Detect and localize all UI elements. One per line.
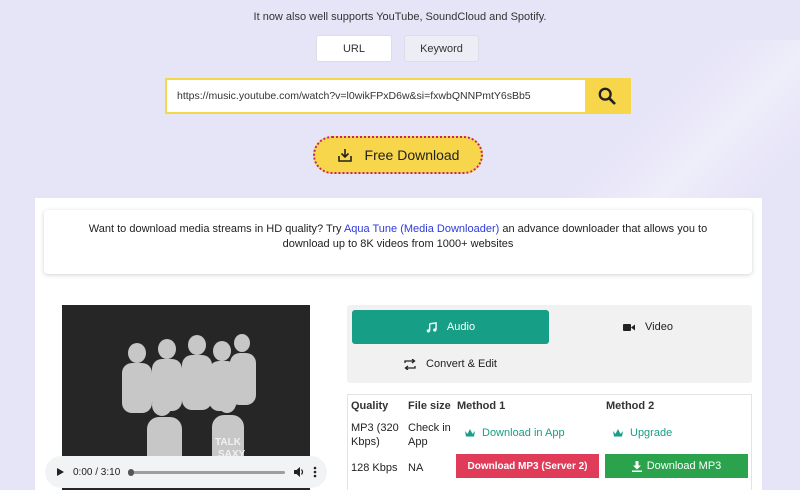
url-input[interactable] xyxy=(167,80,585,112)
search-bar xyxy=(165,78,631,114)
audio-player: 0:00 / 3:10 xyxy=(45,456,327,488)
promo-banner: Want to download media streams in HD qua… xyxy=(44,210,752,274)
promo-text-before: Want to download media streams in HD qua… xyxy=(88,223,344,235)
header-quality: Quality xyxy=(351,400,389,412)
download-table: Quality File size Method 1 Method 2 MP3 … xyxy=(347,394,752,490)
upgrade-label: Upgrade xyxy=(630,427,673,439)
tab-audio[interactable]: Audio xyxy=(352,310,549,344)
tab-video[interactable]: Video xyxy=(549,310,747,344)
download-mp3-label: Download MP3 xyxy=(646,460,722,472)
download-in-app-link[interactable]: Download in App xyxy=(464,427,565,439)
cell-quality: 128 Kbps xyxy=(351,462,398,474)
crown-icon xyxy=(613,429,623,437)
tab-url[interactable]: URL xyxy=(316,35,392,62)
header-method-1: Method 1 xyxy=(457,400,506,412)
more-options-icon[interactable] xyxy=(313,466,317,478)
tab-keyword[interactable]: Keyword xyxy=(404,35,479,62)
download-mp3-button[interactable]: Download MP3 xyxy=(605,454,748,478)
download-mp3-server2-label: Download MP3 (Server 2) xyxy=(467,460,588,472)
video-camera-icon xyxy=(623,323,636,331)
cell-quality: MP3 (320 Kbps) xyxy=(351,422,399,448)
volume-icon[interactable] xyxy=(293,466,305,478)
format-tabs: Audio Video Convert & Edit xyxy=(347,305,752,383)
free-download-button[interactable]: Free Download xyxy=(313,136,483,174)
tab-convert-label: Convert & Edit xyxy=(426,358,497,370)
music-note-icon xyxy=(426,321,437,333)
download-in-app-label: Download in App xyxy=(482,427,565,439)
convert-icon xyxy=(404,358,416,370)
search-button[interactable] xyxy=(585,80,629,112)
search-icon xyxy=(598,87,616,105)
header-file-size: File size xyxy=(408,400,451,412)
tab-convert-edit[interactable]: Convert & Edit xyxy=(352,350,549,378)
seek-bar[interactable] xyxy=(128,468,285,476)
tab-video-label: Video xyxy=(645,321,673,333)
header-method-2: Method 2 xyxy=(606,400,655,412)
play-icon[interactable] xyxy=(55,467,65,477)
seek-knob[interactable] xyxy=(128,468,135,476)
result-card: Want to download media streams in HD qua… xyxy=(35,198,762,490)
player-time: 0:00 / 3:10 xyxy=(73,466,121,478)
free-download-label: Free Download xyxy=(364,147,460,163)
tagline: It now also well supports YouTube, Sound… xyxy=(253,11,547,23)
download-mp3-server2-button[interactable]: Download MP3 (Server 2) xyxy=(456,454,599,478)
cell-size: Check in App xyxy=(408,422,451,448)
mode-tabs: URL Keyword xyxy=(316,35,479,62)
svg-text:TALK: TALK xyxy=(215,437,242,448)
cell-size: NA xyxy=(408,462,424,474)
crown-icon xyxy=(465,429,475,437)
tab-audio-label: Audio xyxy=(446,321,476,333)
upgrade-link[interactable]: Upgrade xyxy=(612,427,672,439)
download-icon xyxy=(337,149,352,162)
promo-link[interactable]: Aqua Tune (Media Downloader) xyxy=(344,223,499,235)
download-icon xyxy=(631,460,642,472)
